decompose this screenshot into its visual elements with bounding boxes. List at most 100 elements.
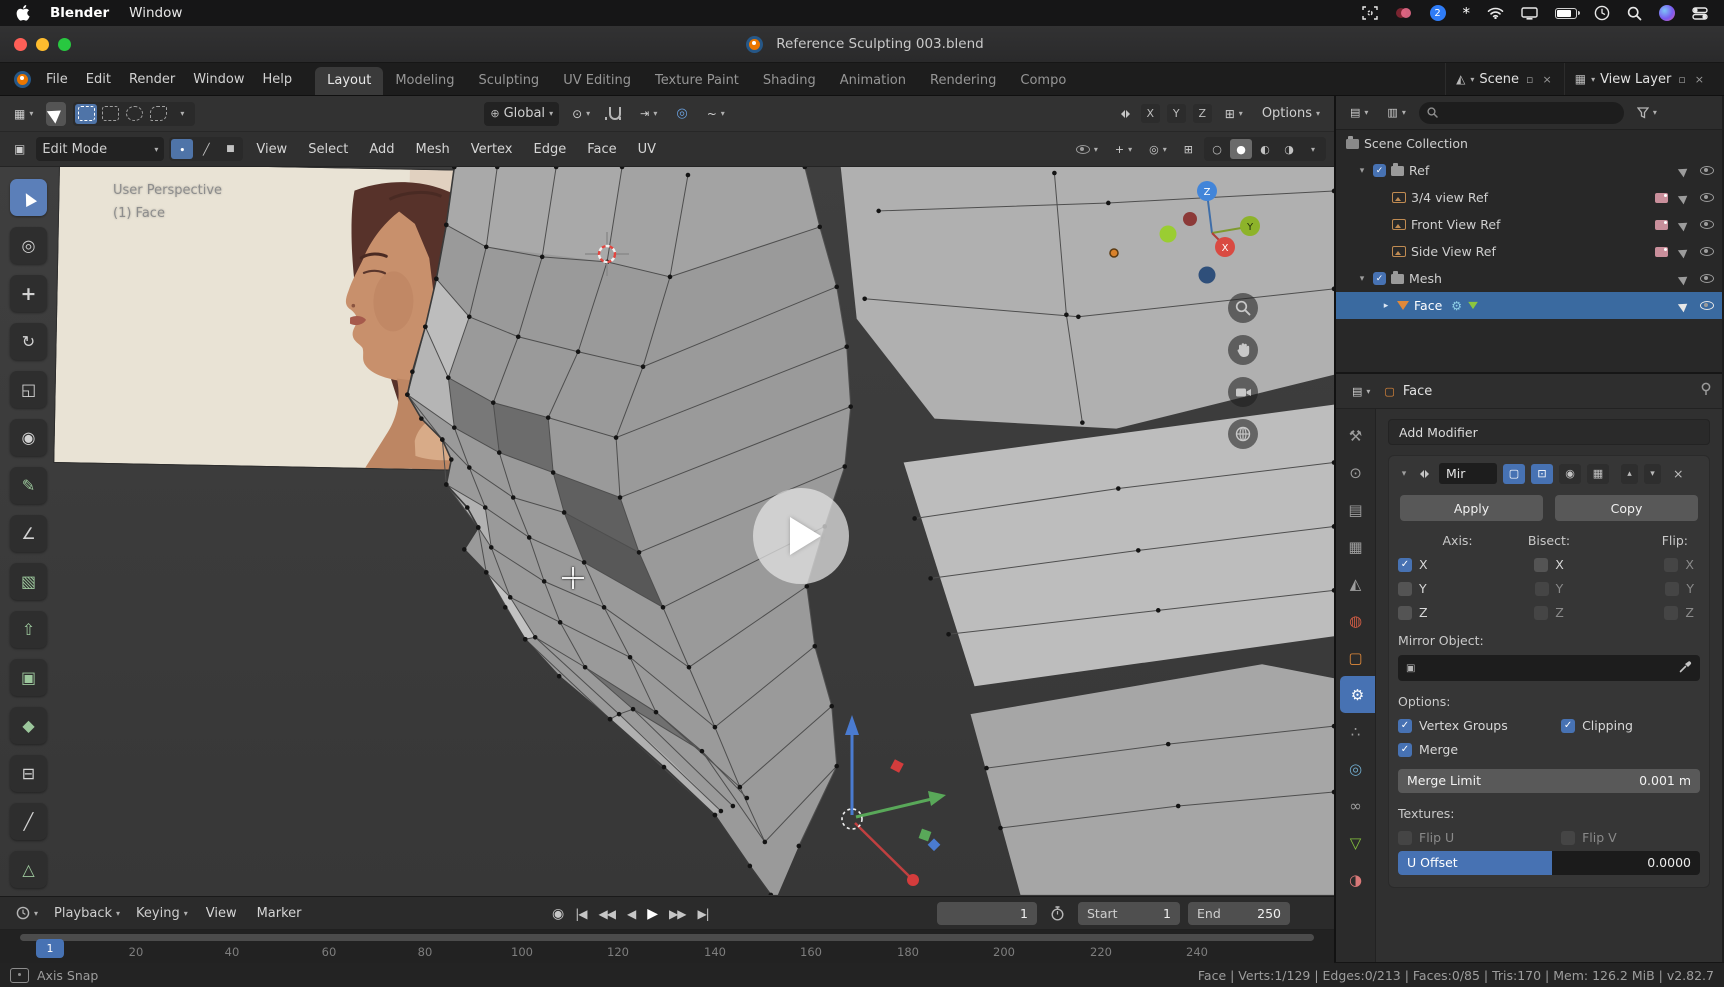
menu-vertex[interactable]: Vertex (463, 142, 521, 157)
tab-texture-paint[interactable]: Texture Paint (643, 67, 751, 95)
view-layer-name[interactable]: View Layer (1600, 72, 1671, 87)
merge-checkbox[interactable]: Merge (1398, 742, 1458, 757)
shading-dropdown[interactable]: ▾ (1302, 139, 1324, 159)
visibility-eye-icon[interactable] (1700, 274, 1714, 283)
flip-v-checkbox[interactable]: Flip V (1561, 830, 1617, 845)
editor-type-button[interactable]: ▦▾ (8, 102, 39, 126)
tool-measure[interactable]: ∠ (10, 515, 47, 552)
outliner-row-side-view-ref[interactable]: Side View Ref (1336, 238, 1722, 265)
ortho-toggle-button[interactable] (1228, 419, 1258, 449)
visibility-eye-icon[interactable] (1700, 220, 1714, 229)
tool-knife[interactable]: ╱ (10, 803, 47, 840)
tab-material[interactable]: ◑ (1336, 861, 1375, 898)
keying-menu[interactable]: Keying▾ (130, 901, 194, 925)
bisect-z-checkbox[interactable]: Z (1499, 605, 1600, 620)
jump-to-end-button[interactable]: ▶| (697, 907, 708, 921)
menu-edge[interactable]: Edge (526, 142, 575, 157)
material-shading-button[interactable]: ◐ (1254, 139, 1276, 159)
tab-compositing[interactable]: Compo (1008, 67, 1078, 95)
timeline-ruler[interactable]: 20 40 60 80 100 120 140 160 180 200 220 … (0, 930, 1334, 963)
tool-annotate[interactable]: ✎ (10, 467, 47, 504)
tab-rendering[interactable]: Rendering (918, 67, 1008, 95)
menu-file[interactable]: File (37, 63, 77, 95)
tab-world[interactable]: ◍ (1336, 602, 1375, 639)
tab-shading[interactable]: Shading (751, 67, 828, 95)
mirror-z-button[interactable]: Z (1193, 104, 1212, 123)
zoom-window-button[interactable] (58, 38, 71, 51)
gizmos-dropdown[interactable]: +▾ (1109, 137, 1138, 161)
pin-icon[interactable] (1700, 382, 1712, 400)
clipping-checkbox[interactable]: Clipping (1561, 718, 1633, 733)
playhead[interactable]: 1 (36, 939, 64, 958)
menu-add[interactable]: Add (361, 142, 402, 157)
disclosure-icon[interactable]: ▾ (1356, 166, 1368, 176)
display-mirroring-icon[interactable] (1521, 4, 1538, 22)
menu-select[interactable]: Select (300, 142, 356, 157)
tool-add-cube[interactable]: ▧ (10, 563, 47, 600)
move-modifier-down-button[interactable]: ▾ (1644, 464, 1661, 484)
xray-toggle-button[interactable]: ⊞ (1178, 137, 1199, 161)
filter-button[interactable]: ▾ (1631, 101, 1663, 125)
snap-symmetry-button[interactable]: ⊞▾ (1219, 102, 1249, 126)
siri-icon[interactable] (1659, 5, 1675, 21)
play-button[interactable]: ▶ (647, 906, 657, 922)
timeline-scrollbar[interactable] (20, 934, 1314, 941)
tool-transform[interactable]: ◉ (10, 419, 47, 456)
zoom-button[interactable] (1228, 293, 1258, 323)
add-modifier-dropdown[interactable]: Add Modifier (1388, 419, 1710, 445)
play-reverse-button[interactable]: ◀ (627, 907, 635, 921)
battery-icon[interactable] (1555, 4, 1577, 22)
mirror-y-button[interactable]: Y (1167, 104, 1186, 123)
select-lasso-tool-button[interactable] (147, 104, 169, 124)
selectable-icon[interactable] (1678, 245, 1690, 258)
flip-u-checkbox[interactable]: Flip U (1398, 830, 1561, 845)
screen-capture-icon[interactable] (1362, 4, 1378, 22)
recording-indicator-icon[interactable] (1395, 4, 1413, 22)
scene-name[interactable]: Scene (1479, 72, 1519, 87)
clock-icon[interactable] (1594, 4, 1610, 22)
apple-logo-icon[interactable] (16, 4, 30, 22)
notification-badge[interactable]: 2 (1430, 5, 1446, 21)
edge-select-button[interactable]: ╱ (195, 139, 217, 159)
tab-layout[interactable]: Layout (315, 67, 383, 95)
vertex-groups-checkbox[interactable]: Vertex Groups (1398, 718, 1561, 733)
tab-object-data[interactable]: ▽ (1336, 824, 1375, 861)
tool-loop-cut[interactable]: ⊟ (10, 755, 47, 792)
selectable-icon[interactable] (1678, 299, 1690, 312)
delete-view-layer-icon[interactable]: × (1693, 73, 1706, 86)
object-visibility-dropdown[interactable]: ▾ (1070, 137, 1104, 161)
playback-menu[interactable]: Playback▾ (48, 901, 126, 925)
end-frame-field[interactable]: End 250 (1188, 902, 1290, 925)
image-data-icon[interactable] (1655, 247, 1668, 257)
collection-checkbox[interactable]: ✓ (1373, 272, 1386, 285)
flip-z-checkbox[interactable]: Z (1599, 605, 1700, 620)
select-mode-dropdown[interactable]: ▾ (171, 104, 193, 124)
mode-dropdown[interactable]: Edit Mode▾ (36, 137, 164, 161)
tool-inset-faces[interactable]: ▣ (10, 659, 47, 696)
face-select-button[interactable]: ■ (219, 139, 241, 159)
move-modifier-up-button[interactable]: ▴ (1621, 464, 1638, 484)
start-frame-field[interactable]: Start 1 (1078, 902, 1180, 925)
tab-object[interactable]: ▢ (1336, 639, 1375, 676)
tab-modifiers[interactable]: ⚙ (1340, 676, 1375, 713)
menubar-app-name[interactable]: Blender (50, 5, 109, 21)
tool-poly-build[interactable]: △ (10, 851, 47, 888)
visibility-eye-icon[interactable] (1700, 301, 1714, 310)
tab-modeling[interactable]: Modeling (383, 67, 466, 95)
use-preview-range-button[interactable] (1045, 902, 1070, 926)
sparkle-icon[interactable]: * (1463, 4, 1471, 22)
flip-y-checkbox[interactable]: Y (1599, 581, 1700, 596)
visibility-eye-icon[interactable] (1700, 166, 1714, 175)
axis-x-checkbox[interactable]: X (1398, 557, 1499, 572)
pivot-point-dropdown[interactable]: ⊙▾ (566, 102, 596, 126)
tool-cursor[interactable]: ◎ (10, 227, 47, 264)
menu-uv[interactable]: UV (630, 142, 664, 157)
tab-render[interactable]: ⊙ (1336, 454, 1375, 491)
outliner-search-input[interactable] (1419, 102, 1624, 124)
menubar-window-menu[interactable]: Window (129, 5, 182, 21)
tool-rotate[interactable]: ↻ (10, 323, 47, 360)
scene-selector[interactable]: ◭▾ Scene ▫ × (1445, 63, 1564, 95)
tab-output[interactable]: ▤ (1336, 491, 1375, 528)
3d-viewport[interactable]: User Perspective (1) Face ▲ ◎ + ↻ ◱ ◉ ✎ … (0, 167, 1334, 896)
display-cage-toggle[interactable]: ▦ (1587, 464, 1609, 484)
